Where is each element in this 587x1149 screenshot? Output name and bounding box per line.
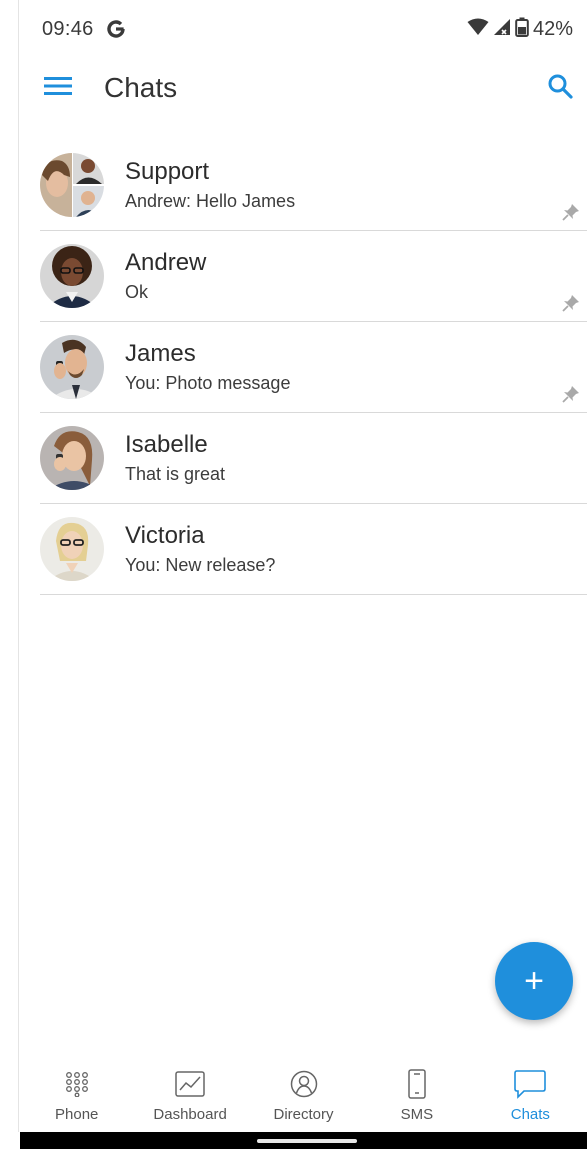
group-avatar [40,153,104,217]
avatar [40,426,104,490]
chat-row-andrew[interactable]: Andrew Ok [40,231,587,322]
chat-name: Support [125,158,210,185]
pin-icon [561,202,581,222]
mobile-icon [400,1068,434,1100]
chat-preview: That is great [125,464,226,484]
nav-label: Directory [273,1106,334,1123]
avatar [40,335,104,399]
chat-row-victoria[interactable]: Victoria You: New release? [40,504,587,595]
chat-name: Andrew [125,249,207,276]
chat-bubble-icon [513,1068,547,1100]
nav-chats[interactable]: Chats [474,1060,587,1132]
nav-directory[interactable]: Directory [247,1060,360,1132]
nav-label: Phone [55,1106,99,1123]
menu-icon[interactable] [44,76,72,101]
plus-icon: + [524,962,544,1000]
status-time: 09:46 [42,17,94,40]
app-bar: Chats [20,58,587,118]
avatar [40,244,104,308]
chat-preview: You: New release? [125,555,276,575]
avatar [40,517,104,581]
system-gesture-bar [20,1132,587,1149]
left-gutter [0,0,19,1132]
home-handle[interactable] [257,1139,357,1143]
nav-label: SMS [400,1106,434,1123]
chat-row-isabelle[interactable]: Isabelle That is great [40,413,587,504]
chat-list: Support Andrew: Hello James Andrew Ok Ja… [40,140,587,595]
chat-name: Isabelle [125,431,208,458]
nav-sms[interactable]: SMS [360,1060,473,1132]
new-chat-button[interactable]: + [495,942,573,1020]
cell-signal-icon [493,18,511,41]
bottom-nav: Phone Dashboard Directory SMS Chats [20,1060,587,1132]
chat-preview: Andrew: Hello James [125,191,296,211]
nav-dashboard[interactable]: Dashboard [133,1060,246,1132]
chat-name: James [125,340,196,367]
pin-icon [561,384,581,404]
dialpad-icon [60,1068,94,1100]
chat-row-support[interactable]: Support Andrew: Hello James [40,140,587,231]
nav-label: Dashboard [153,1106,227,1123]
google-icon [106,19,126,39]
chat-row-james[interactable]: James You: Photo message [40,322,587,413]
pin-icon [561,293,581,313]
page-title: Chats [104,72,178,103]
battery-icon [515,17,529,42]
chat-name: Victoria [125,522,205,549]
nav-phone[interactable]: Phone [20,1060,133,1132]
contact-icon [287,1068,321,1100]
chat-preview: Ok [125,282,149,302]
search-icon[interactable] [547,73,573,104]
status-bar: 09:46 42% [20,0,587,58]
nav-label: Chats [510,1106,550,1123]
wifi-icon [467,18,489,41]
chat-preview: You: Photo message [125,373,291,393]
battery-percent: 42% [532,17,573,40]
chart-icon [173,1068,207,1100]
